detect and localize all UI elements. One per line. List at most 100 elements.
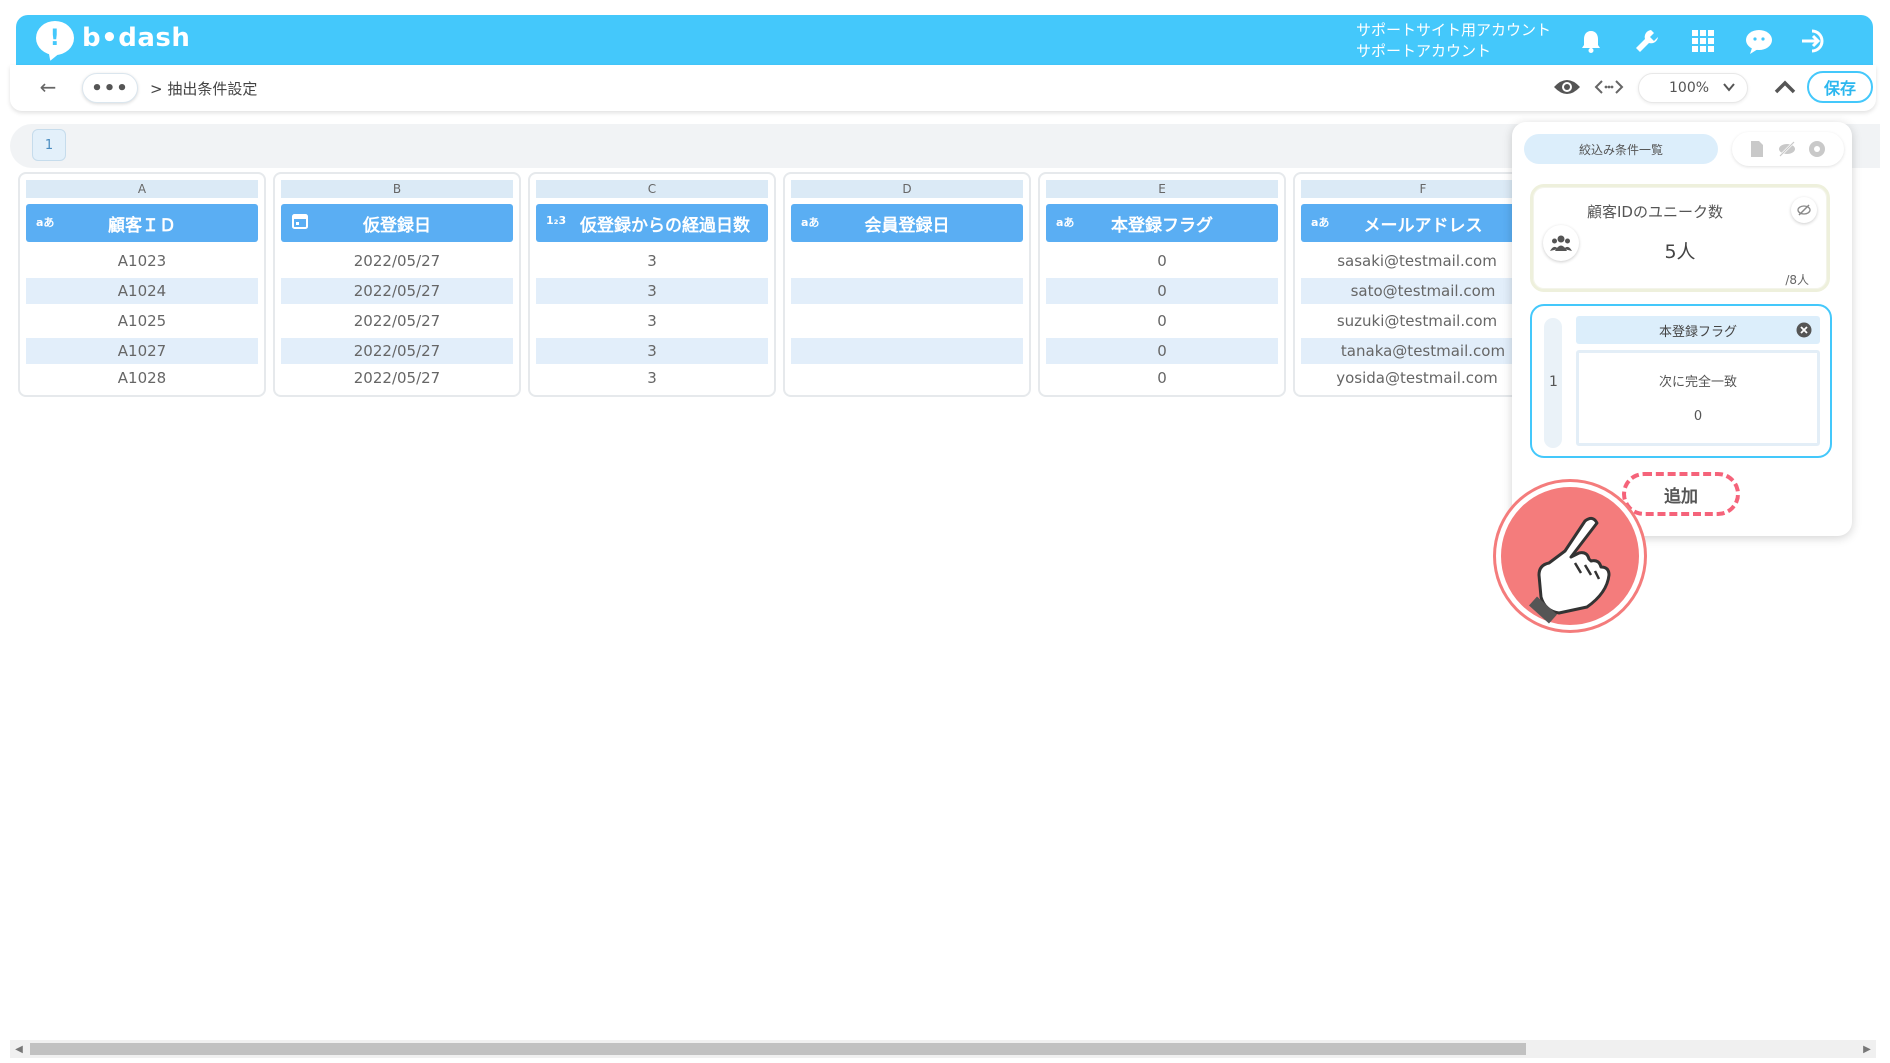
table-cell: 2022/05/27	[281, 278, 513, 304]
condition-column-name: 本登録フラグ	[1576, 316, 1820, 344]
zoom-value: 100%	[1669, 80, 1710, 96]
unique-count-value: 5人	[1664, 241, 1696, 263]
scroll-left-arrow-icon[interactable]: ◀	[12, 1042, 26, 1056]
account-line2: サポートアカウント	[1356, 42, 1492, 60]
column-e[interactable]: E aあ 本登録フラグ 0 0 0 0 0	[1038, 172, 1286, 397]
column-header-label: 仮登録日	[363, 215, 431, 236]
unique-count-card: 顧客IDのユニーク数 5人 /8人	[1530, 184, 1830, 292]
save-button[interactable]: 保存	[1807, 71, 1873, 103]
table-cell: suzuki@testmail.com	[1336, 312, 1498, 330]
preview-eye-icon[interactable]	[1553, 76, 1581, 100]
condition-index: 1	[1549, 374, 1558, 390]
table-cell: 0	[1046, 278, 1278, 304]
text-type-icon: aあ	[1056, 216, 1075, 229]
unique-count-title: 顧客IDのユニーク数	[1587, 203, 1723, 221]
table-cell: 3	[647, 252, 657, 270]
table-cell: 0	[1157, 369, 1167, 387]
column-header[interactable]: 1₂3 仮登録からの経過日数	[536, 204, 768, 242]
column-letter: E	[1046, 180, 1278, 198]
table-cell: sato@testmail.com	[1301, 278, 1545, 304]
table-cell: 0	[1046, 338, 1278, 364]
condition-card[interactable]: 1 本登録フラグ 次に完全一致 0	[1530, 304, 1832, 458]
chevron-up-icon[interactable]	[1772, 76, 1798, 100]
logout-icon[interactable]	[1800, 26, 1830, 56]
chevron-down-icon	[1721, 79, 1737, 95]
table-cell: A1025	[117, 312, 167, 330]
table-cell: sasaki@testmail.com	[1337, 252, 1497, 270]
table-cell: 2022/05/27	[353, 369, 441, 387]
horizontal-scrollbar[interactable]: ◀ ▶	[10, 1040, 1876, 1058]
column-b[interactable]: B 仮登録日 2022/05/27 2022/05/27 2022/05/27 …	[273, 172, 521, 397]
code-icon[interactable]	[1594, 76, 1624, 100]
table-cell: 2022/05/27	[281, 338, 513, 364]
scrollbar-thumb[interactable]	[30, 1043, 1526, 1055]
logo-bubble-icon: !	[36, 21, 74, 55]
account-info[interactable]: サポートサイト用アカウント サポートアカウント	[1356, 20, 1551, 62]
unique-hide-button[interactable]	[1791, 197, 1817, 223]
column-c[interactable]: C 1₂3 仮登録からの経過日数 3 3 3 3 3	[528, 172, 776, 397]
table-cell: A1024	[26, 278, 258, 304]
table-cell: A1028	[117, 369, 167, 387]
back-button[interactable]: ←	[36, 75, 60, 99]
condition-operator: 次に完全一致	[1658, 375, 1737, 390]
settings-icon[interactable]	[1808, 140, 1826, 158]
add-condition-label: 追加	[1664, 486, 1698, 507]
column-header[interactable]: aあ メールアドレス	[1301, 204, 1545, 242]
column-letter: A	[26, 180, 258, 198]
scroll-right-arrow-icon[interactable]: ▶	[1860, 1042, 1874, 1056]
column-d[interactable]: D aあ 会員登録日	[783, 172, 1031, 397]
table-cell: 0	[1157, 312, 1167, 330]
column-header-label: 本登録フラグ	[1111, 215, 1213, 236]
logo-text: b•dash	[82, 23, 191, 53]
column-header-label: 会員登録日	[864, 215, 950, 236]
remove-condition-close-icon[interactable]	[1796, 322, 1812, 338]
unique-count-total: /8人	[1785, 273, 1809, 287]
app-header: ! b•dash サポートサイト用アカウント サポートアカウント	[16, 15, 1873, 65]
table-cell	[791, 338, 1023, 364]
filter-list-tab[interactable]: 絞込み条件一覧	[1524, 134, 1718, 164]
toolbar: ← ••• > 抽出条件設定 100% 保存	[10, 65, 1876, 111]
column-header-label: 仮登録からの経過日数	[580, 215, 750, 236]
column-letter: B	[281, 180, 513, 198]
column-a[interactable]: A aあ 顧客ＩＤ A1023 A1024 A1025 A1027 A1028	[18, 172, 266, 397]
sheet-tab-1[interactable]: 1	[32, 129, 66, 161]
account-line1: サポートサイト用アカウント	[1356, 21, 1552, 39]
zoom-select[interactable]: 100%	[1638, 73, 1748, 103]
panel-tools	[1732, 132, 1844, 166]
text-type-icon: aあ	[801, 216, 820, 229]
table-cell: 2022/05/27	[353, 312, 441, 330]
bell-icon[interactable]	[1576, 26, 1606, 56]
column-letter: D	[791, 180, 1023, 198]
number-type-icon: 1₂3	[546, 214, 567, 227]
bdash-logo[interactable]: ! b•dash	[36, 21, 190, 55]
table-cell	[791, 365, 1023, 391]
breadcrumb-current: > 抽出条件設定	[150, 80, 258, 98]
table-cell	[791, 248, 1023, 274]
column-letter: F	[1301, 180, 1545, 198]
add-condition-button[interactable]: 追加	[1622, 472, 1740, 516]
column-header-label: 顧客ＩＤ	[108, 215, 176, 236]
table-cell	[791, 308, 1023, 334]
column-letter: C	[536, 180, 768, 198]
chat-icon[interactable]	[1744, 26, 1774, 56]
column-header[interactable]: 仮登録日	[281, 204, 513, 242]
grid-icon[interactable]	[1688, 26, 1718, 56]
hide-icon[interactable]	[1778, 140, 1796, 158]
text-type-icon: aあ	[36, 216, 55, 229]
table-cell: tanaka@testmail.com	[1301, 338, 1545, 364]
column-header[interactable]: aあ 会員登録日	[791, 204, 1023, 242]
condition-value: 0	[1693, 409, 1703, 424]
condition-body[interactable]: 次に完全一致 0	[1576, 350, 1820, 446]
table-cell: 3	[647, 312, 657, 330]
document-icon[interactable]	[1748, 140, 1766, 158]
table-cell: A1027	[26, 338, 258, 364]
pointing-hand-icon	[1496, 482, 1644, 630]
text-type-icon: aあ	[1311, 216, 1330, 229]
breadcrumb-more-button[interactable]: •••	[82, 73, 138, 103]
wrench-icon[interactable]	[1632, 26, 1662, 56]
calendar-icon	[291, 212, 309, 233]
column-header-label: メールアドレス	[1363, 215, 1483, 236]
table-cell: 3	[536, 338, 768, 364]
column-header[interactable]: aあ 顧客ＩＤ	[26, 204, 258, 242]
column-header[interactable]: aあ 本登録フラグ	[1046, 204, 1278, 242]
